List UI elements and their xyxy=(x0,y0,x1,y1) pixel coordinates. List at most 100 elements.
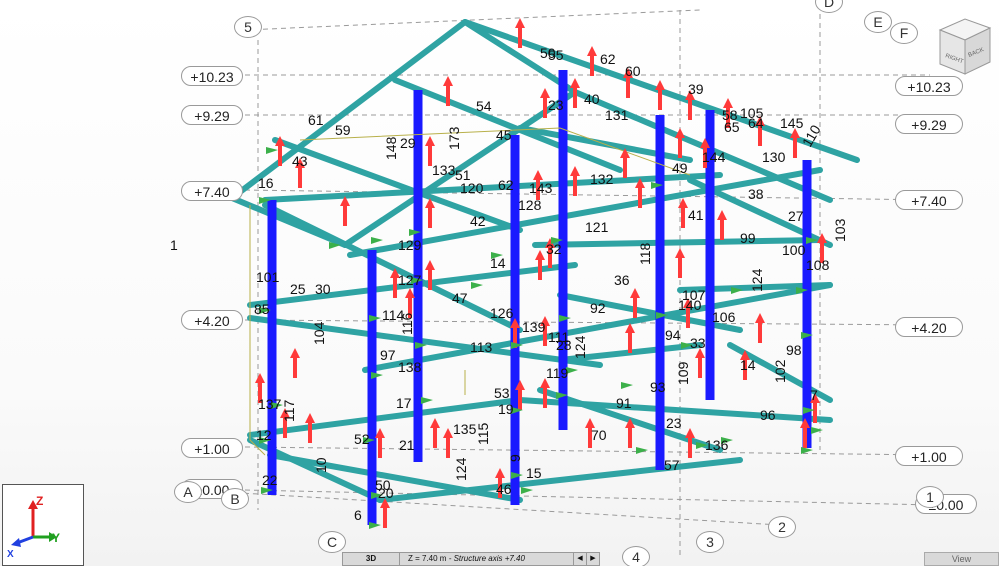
beam xyxy=(377,457,743,503)
member-label: 16 xyxy=(258,175,274,191)
view-cube[interactable]: RIGHT BACK xyxy=(935,14,995,76)
structure-model[interactable]: 55 6260391051451105865 6440131455054 236159… xyxy=(0,0,999,566)
load-arrow[interactable] xyxy=(695,348,705,378)
status-bar: 3D Z = 7.40 m - Structure axis +7.40 ◀ ▶ xyxy=(342,552,600,566)
member-label: 91 xyxy=(616,395,632,411)
member-label: 108 xyxy=(806,257,830,273)
member-label: 9 xyxy=(507,454,523,462)
member-label: 59 xyxy=(335,122,351,138)
member-label: 27 xyxy=(788,208,804,224)
member-label: 32 xyxy=(546,241,562,257)
support-arrow xyxy=(471,282,483,289)
level-tag-right-1-00: +1.00 xyxy=(895,446,963,466)
load-arrow[interactable] xyxy=(755,313,765,343)
load-arrow[interactable] xyxy=(290,348,300,378)
axis-tag-4: 4 xyxy=(622,546,650,566)
axis-tag-e: E xyxy=(864,11,892,33)
member-label: 116 xyxy=(399,312,415,335)
level-tag-right-7-40: +7.40 xyxy=(895,190,963,210)
member-label: 113 xyxy=(470,339,493,355)
member-label: 46 xyxy=(496,481,512,497)
member-label: 39 xyxy=(688,81,704,97)
member-label: 137 xyxy=(258,396,282,412)
plane-value: Z = 7.40 m xyxy=(408,554,447,563)
axis-tag-3: 3 xyxy=(696,531,724,553)
member-label: 94 xyxy=(665,327,681,343)
level-tag-left-10-23: +10.23 xyxy=(181,66,243,86)
member-label: 29 xyxy=(400,135,416,151)
member-label: 124 xyxy=(572,335,588,359)
member-label: 40 xyxy=(584,91,600,107)
level-tag-left-9-29: +9.29 xyxy=(181,105,243,125)
member-label: 61 xyxy=(308,112,324,128)
load-arrow[interactable] xyxy=(535,250,545,280)
member-label: 23 xyxy=(666,415,682,431)
axis-tag-c: C xyxy=(318,531,346,553)
support-arrow xyxy=(811,427,823,434)
member-label: 102 xyxy=(772,359,788,383)
member-label: 135 xyxy=(453,421,477,437)
member-label: 25 xyxy=(290,281,306,297)
member-label: 93 xyxy=(650,379,666,395)
level-tag-right-4-20: +4.20 xyxy=(895,317,963,337)
member-label: 43 xyxy=(292,153,308,169)
level-tag-left-1-00: +1.00 xyxy=(181,438,243,458)
load-arrow[interactable] xyxy=(425,198,435,228)
view-tab[interactable]: View xyxy=(924,552,999,566)
member-label: 42 xyxy=(470,213,486,229)
axis-tag-a: A xyxy=(174,481,202,503)
load-arrow[interactable] xyxy=(675,248,685,278)
member-label: 118 xyxy=(637,242,653,265)
member-label: 33 xyxy=(690,335,706,351)
member-label: 85 xyxy=(254,301,270,317)
beam xyxy=(229,19,468,201)
member-label: 50 xyxy=(540,45,556,61)
load-arrow[interactable] xyxy=(340,196,350,226)
level-tag-right-10-23: +10.23 xyxy=(895,76,963,96)
member-label: 70 xyxy=(591,427,607,443)
plane-previous-button[interactable]: ◀ xyxy=(573,553,586,565)
member-label: 100 xyxy=(782,242,806,258)
load-arrow[interactable] xyxy=(630,288,640,318)
support-arrow xyxy=(371,237,383,244)
member-label: 15 xyxy=(526,465,542,481)
load-arrow[interactable] xyxy=(430,418,440,448)
x-axis-arrow xyxy=(11,538,21,547)
view-mode-indicator[interactable]: 3D xyxy=(343,553,400,565)
member-label: 120 xyxy=(460,180,484,196)
member-label: 52 xyxy=(354,431,370,447)
member-label: 6 xyxy=(354,507,362,523)
plane-next-button[interactable]: ▶ xyxy=(586,553,599,565)
member-label: 121 xyxy=(585,219,609,235)
member-label: 101 xyxy=(256,269,280,285)
member-label: 103 xyxy=(832,218,848,242)
load-arrow[interactable] xyxy=(587,46,597,76)
grid-line xyxy=(244,319,936,326)
support-arrow xyxy=(371,372,383,379)
member-label: 36 xyxy=(614,272,630,288)
member-label: 23 xyxy=(548,97,564,113)
load-arrow[interactable] xyxy=(790,128,800,158)
axis-tag-f: F xyxy=(890,22,918,44)
grid-line xyxy=(244,489,936,506)
member-label: 65 xyxy=(724,119,740,135)
member-label: 130 xyxy=(762,149,786,165)
load-arrow[interactable] xyxy=(717,210,727,240)
load-arrow[interactable] xyxy=(625,323,635,353)
axis-tag-b: B xyxy=(221,488,249,510)
load-arrows[interactable] xyxy=(255,18,827,528)
member-label: 143 xyxy=(529,180,553,196)
member-label: 124 xyxy=(453,457,469,481)
member-label: 99 xyxy=(740,230,756,246)
member-label: 131 xyxy=(605,107,629,123)
member-label: 119 xyxy=(546,365,569,381)
member-label: 49 xyxy=(672,160,688,176)
member-label: 126 xyxy=(490,305,514,321)
3d-viewport[interactable]: 55 62 60 39 105 145 110 58 65 64 40 131 45 50 54 23 61 59… xyxy=(0,0,999,566)
working-plane-indicator[interactable]: Z = 7.40 m - Structure axis +7.40 xyxy=(400,553,573,565)
member-label: 12 xyxy=(256,427,272,443)
member-label: 97 xyxy=(380,347,396,363)
level-tag-left-4-20: +4.20 xyxy=(181,310,243,330)
load-arrow[interactable] xyxy=(443,428,453,458)
member-label: 14 xyxy=(740,357,756,373)
